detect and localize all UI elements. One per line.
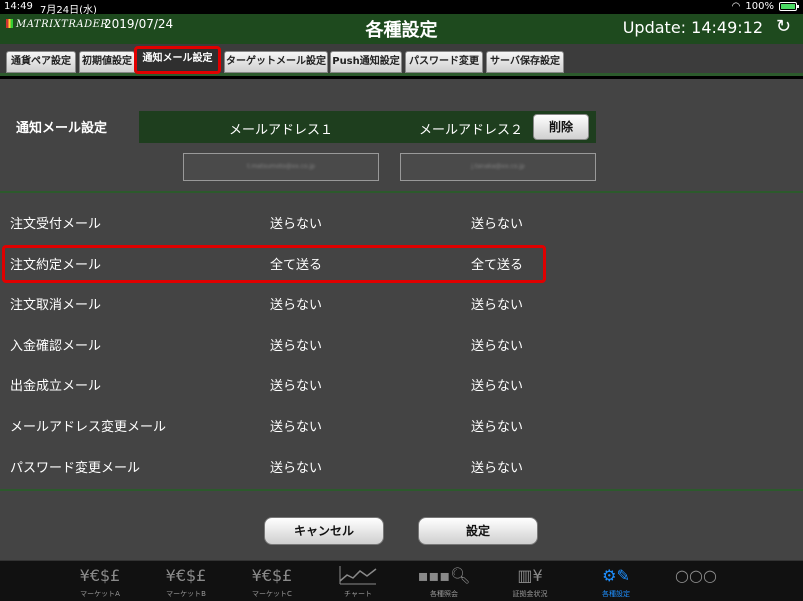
row-label: パスワード変更メール (10, 461, 141, 476)
row-address2-setting[interactable]: 送らない (471, 416, 523, 435)
address1-field[interactable]: t.matsumoto@xx.co.jp (183, 153, 379, 181)
update-time: Update: 14:49:12 (622, 18, 763, 37)
row-label: 注文受付メール (10, 217, 102, 232)
row-address2-setting[interactable]: 送らない (471, 213, 523, 232)
battery-percent: 100% (745, 1, 774, 12)
bottom-tab-settings[interactable]: ⚙︎✎ 各種設定 (580, 565, 652, 599)
currency-icon: ¥€$£ (79, 566, 121, 585)
address2-value: j.tanaka@xx.co.jp (471, 163, 525, 170)
bottom-tab-more[interactable]: ○○○ (660, 565, 732, 587)
search-icon: ▪▪▪🔍︎ (417, 566, 471, 585)
bottom-tab-market-a[interactable]: ¥€$£ マーケットA (64, 565, 136, 599)
settings-panel: 通知メール設定 メールアドレス１ メールアドレス２ 削除 t.matsumoto… (0, 79, 803, 560)
address1-header: メールアドレス１ (229, 123, 334, 138)
chart-icon (322, 565, 394, 587)
tab-currency-pair[interactable]: 通貨ペア設定 (6, 51, 76, 73)
delete-button[interactable]: 削除 (533, 114, 589, 140)
row-address1-setting[interactable]: 送らない (270, 213, 322, 232)
tab-notification-mail[interactable]: 通知メール設定 (134, 46, 221, 74)
status-right: ◠ 100% (731, 1, 799, 12)
wifi-icon: ◠ (731, 1, 741, 12)
margin-icon: ▥¥ (517, 566, 543, 585)
settings-tab-bar: 通貨ペア設定 初期値設定 通知メール設定 ターゲットメール設定 Push通知設定… (0, 44, 803, 76)
mail-row: 注文取消メール 送らない 送らない (0, 284, 803, 324)
tab-push-notification[interactable]: Push通知設定 (330, 51, 402, 73)
battery-icon (779, 2, 799, 11)
row-label: 出金成立メール (10, 379, 102, 394)
bottom-tab-label: マーケットB (166, 590, 206, 598)
bottom-tab-market-b[interactable]: ¥€$£ マーケットB (150, 565, 222, 599)
address1-value: t.matsumoto@xx.co.jp (247, 163, 315, 170)
tab-initial-values[interactable]: 初期値設定 (79, 51, 135, 73)
currency-icon: ¥€$£ (251, 566, 293, 585)
bottom-tab-market-c[interactable]: ¥€$£ マーケットC (236, 565, 308, 599)
row-address2-setting[interactable]: 送らない (471, 375, 523, 394)
highlight-box (2, 245, 546, 283)
section-label: 通知メール設定 (16, 121, 108, 136)
tab-server-save[interactable]: サーバ保存設定 (486, 51, 564, 73)
bottom-tab-chart[interactable]: チャート (322, 565, 394, 599)
status-time: 14:49 (4, 1, 33, 12)
divider-top (0, 191, 803, 193)
row-label: 注文取消メール (10, 298, 102, 313)
row-address2-setting[interactable]: 送らない (471, 457, 523, 476)
cancel-button[interactable]: キャンセル (264, 517, 384, 545)
row-address1-setting[interactable]: 送らない (270, 335, 322, 354)
bottom-tab-bar: ¥€$£ マーケットA ¥€$£ マーケットB ¥€$£ マーケットC チャート… (0, 560, 803, 601)
row-address1-setting[interactable]: 送らない (270, 294, 322, 313)
row-label: 入金確認メール (10, 339, 102, 354)
mail-row: パスワード変更メール 送らない 送らない (0, 447, 803, 487)
bottom-tab-margin[interactable]: ▥¥ 証拠金状況 (494, 565, 566, 599)
bottom-tab-label: マーケットC (252, 590, 292, 598)
row-address2-setting[interactable]: 送らない (471, 294, 523, 313)
tab-password-change[interactable]: パスワード変更 (405, 51, 483, 73)
row-label: メールアドレス変更メール (10, 420, 167, 435)
gear-icon: ⚙︎✎ (602, 566, 630, 585)
mail-row: メールアドレス変更メール 送らない 送らない (0, 406, 803, 446)
bottom-tab-label: チャート (344, 590, 372, 598)
bottom-tab-label: 各種照会 (430, 590, 458, 598)
bottom-tab-inquiry[interactable]: ▪▪▪🔍︎ 各種照会 (408, 565, 480, 599)
row-address1-setting[interactable]: 送らない (270, 457, 322, 476)
bottom-tab-label: マーケットA (80, 590, 120, 598)
currency-icon: ¥€$£ (165, 566, 207, 585)
bottom-tab-label: 各種設定 (602, 590, 630, 598)
app-header: MATRIXTRADER 2019/07/24 各種設定 Update: 14:… (0, 14, 803, 44)
address2-field[interactable]: j.tanaka@xx.co.jp (400, 153, 596, 181)
more-icon: ○○○ (675, 566, 717, 585)
mail-row: 出金成立メール 送らない 送らない (0, 365, 803, 405)
divider-bottom (0, 489, 803, 491)
refresh-icon[interactable]: ↻ (776, 16, 791, 37)
tab-target-mail[interactable]: ターゲットメール設定 (224, 51, 328, 73)
row-address1-setting[interactable]: 送らない (270, 416, 322, 435)
submit-button[interactable]: 設定 (418, 517, 538, 545)
row-address1-setting[interactable]: 送らない (270, 375, 322, 394)
bottom-tab-label: 証拠金状況 (512, 590, 548, 598)
status-bar: 14:49 7月24日(水) ◠ 100% (0, 0, 803, 16)
address2-header: メールアドレス２ (419, 123, 524, 138)
mail-row: 入金確認メール 送らない 送らない (0, 325, 803, 365)
address-header-bar: メールアドレス１ メールアドレス２ 削除 (139, 111, 596, 143)
row-address2-setting[interactable]: 送らない (471, 335, 523, 354)
mail-row: 注文受付メール 送らない 送らない (0, 203, 803, 243)
